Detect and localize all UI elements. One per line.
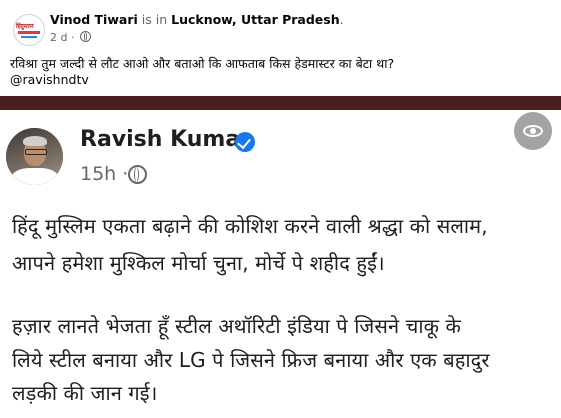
embedded-text-line-1: हिंदू मुस्लिम एकता बढ़ाने की कोशिश करने … — [12, 214, 488, 238]
embedded-author-name: Ravish Kumar — [80, 127, 252, 152]
post-header: हिंदुस्तान Vinod Tiwari is in Lucknow, U… — [0, 0, 561, 96]
avatar-glasses — [25, 149, 47, 155]
mention-link[interactable]: @ravishndtv — [10, 72, 89, 87]
author-line: Vinod Tiwari is in Lucknow, Uttar Prades… — [50, 12, 344, 27]
embedded-post-time: 15h · — [80, 163, 129, 185]
avatar-logo-bar-blue — [21, 36, 37, 38]
embedded-post-image[interactable]: Ravish Kumar 15h · हिंदू मुस्लिम एकता बढ… — [0, 110, 561, 418]
avatar-hair — [23, 136, 47, 146]
location-suffix: . — [339, 12, 344, 27]
globe-icon — [79, 31, 91, 42]
eye-pupil — [530, 128, 536, 134]
embedded-text-line-5: लड़की की जान गई। — [12, 381, 158, 405]
location-link[interactable]: Lucknow, Uttar Pradesh — [171, 12, 340, 27]
author-name[interactable]: Vinod Tiwari — [50, 12, 138, 27]
embedded-text-line-3: हज़ार लानते भेजता हूँ स्टील अथॉरिटी इंडि… — [12, 314, 461, 338]
embedded-text-line-4: लिये स्टील बनाया और LG पे जिसने फ्रिज बन… — [12, 348, 490, 372]
avatar-logo-bar — [18, 31, 40, 34]
embedded-text-line-2: आपने हमेशा मुश्किल मोर्चा चुना, मोर्चे प… — [12, 251, 385, 275]
post-time[interactable]: 2 d · — [50, 31, 74, 44]
avatar-logo-text: हिंदुस्तान — [16, 23, 34, 30]
is-in-text: is in — [141, 12, 168, 27]
eye-icon[interactable] — [514, 112, 552, 150]
image-top-band — [0, 96, 561, 110]
author-avatar[interactable]: हिंदुस्तान — [13, 14, 45, 46]
avatar-shirt — [12, 168, 58, 185]
verified-badge-icon — [235, 132, 255, 152]
embedded-author-avatar — [6, 128, 63, 185]
post-text: रविश्रा तुम जल्दी से लौट आओ और बताओ कि आ… — [10, 56, 395, 71]
post-meta: 2 d · — [50, 31, 91, 44]
globe-icon — [128, 165, 147, 184]
